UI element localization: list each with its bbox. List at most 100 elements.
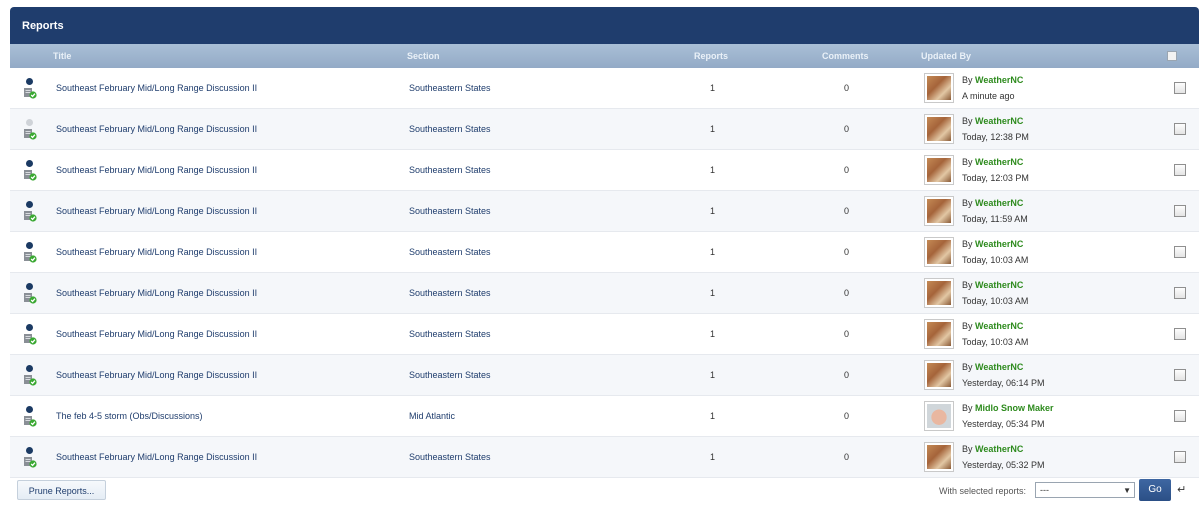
report-title-link[interactable]: Southeast February Mid/Long Range Discus… — [56, 452, 257, 462]
report-title-link[interactable]: Southeast February Mid/Long Range Discus… — [56, 124, 257, 134]
col-updated-by[interactable]: Updated By — [921, 51, 971, 61]
row-checkbox[interactable] — [1174, 451, 1186, 463]
unread-dot-icon — [26, 406, 33, 413]
comments-count: 0 — [844, 452, 850, 462]
report-icon — [24, 334, 37, 345]
by-prefix: By — [962, 362, 973, 372]
updated-by: By WeatherNC — [962, 198, 1023, 208]
unread-dot-icon — [26, 119, 33, 126]
reports-count: 1 — [710, 124, 716, 134]
row-checkbox[interactable] — [1174, 287, 1186, 299]
unread-dot-icon — [26, 78, 33, 85]
section-link[interactable]: Southeastern States — [409, 83, 491, 93]
updated-by: By WeatherNC — [962, 157, 1023, 167]
report-title-link[interactable]: Southeast February Mid/Long Range Discus… — [56, 206, 257, 216]
username-link[interactable]: WeatherNC — [975, 198, 1023, 208]
prune-reports-button[interactable]: Prune Reports... — [17, 480, 106, 500]
avatar[interactable] — [924, 73, 954, 103]
avatar[interactable] — [924, 278, 954, 308]
section-link[interactable]: Southeastern States — [409, 124, 491, 134]
avatar[interactable] — [924, 155, 954, 185]
report-title-link[interactable]: Southeast February Mid/Long Range Discus… — [56, 165, 257, 175]
by-prefix: By — [962, 198, 973, 208]
avatar[interactable] — [924, 360, 954, 390]
by-prefix: By — [962, 75, 973, 85]
mass-action-select[interactable]: --- ▼ — [1035, 482, 1135, 498]
comments-count: 0 — [844, 411, 850, 421]
section-link[interactable]: Southeastern States — [409, 329, 491, 339]
username-link[interactable]: WeatherNC — [975, 75, 1023, 85]
avatar[interactable] — [924, 114, 954, 144]
updated-by: By Midlo Snow Maker — [962, 403, 1054, 413]
row-checkbox[interactable] — [1174, 123, 1186, 135]
username-link[interactable]: WeatherNC — [975, 157, 1023, 167]
section-link[interactable]: Southeastern States — [409, 452, 491, 462]
updated-by: By WeatherNC — [962, 280, 1023, 290]
reports-count: 1 — [710, 206, 716, 216]
username-link[interactable]: WeatherNC — [975, 280, 1023, 290]
username-link[interactable]: WeatherNC — [975, 444, 1023, 454]
updated-time: Yesterday, 06:14 PM — [962, 378, 1045, 388]
updated-time: Today, 10:03 AM — [962, 296, 1029, 306]
avatar[interactable] — [924, 442, 954, 472]
username-link[interactable]: WeatherNC — [975, 116, 1023, 126]
updated-by: By WeatherNC — [962, 362, 1023, 372]
report-title-link[interactable]: Southeast February Mid/Long Range Discus… — [56, 288, 257, 298]
mass-action-value: --- — [1040, 485, 1049, 495]
table-row: Southeast February Mid/Long Range Discus… — [10, 355, 1199, 396]
section-link[interactable]: Southeastern States — [409, 370, 491, 380]
row-checkbox[interactable] — [1174, 369, 1186, 381]
row-checkbox[interactable] — [1174, 328, 1186, 340]
updated-by: By WeatherNC — [962, 321, 1023, 331]
report-title-link[interactable]: Southeast February Mid/Long Range Discus… — [56, 329, 257, 339]
report-icon — [24, 88, 37, 99]
return-arrow-icon: ↵ — [1177, 484, 1187, 496]
row-checkbox[interactable] — [1174, 164, 1186, 176]
comments-count: 0 — [844, 288, 850, 298]
updated-by: By WeatherNC — [962, 444, 1023, 454]
go-button[interactable]: Go — [1139, 479, 1171, 501]
col-title[interactable]: Title — [53, 51, 71, 61]
section-link[interactable]: Southeastern States — [409, 288, 491, 298]
report-icon — [24, 416, 37, 427]
unread-dot-icon — [26, 160, 33, 167]
avatar[interactable] — [924, 319, 954, 349]
section-link[interactable]: Southeastern States — [409, 206, 491, 216]
col-section[interactable]: Section — [407, 51, 440, 61]
by-prefix: By — [962, 321, 973, 331]
section-link[interactable]: Mid Atlantic — [409, 411, 455, 421]
table-row: Southeast February Mid/Long Range Discus… — [10, 273, 1199, 314]
reports-count: 1 — [710, 288, 716, 298]
table-footer: Prune Reports... With selected reports: … — [10, 478, 1199, 508]
col-reports[interactable]: Reports — [694, 51, 728, 61]
username-link[interactable]: Midlo Snow Maker — [975, 403, 1054, 413]
row-checkbox[interactable] — [1174, 82, 1186, 94]
report-title-link[interactable]: The feb 4-5 storm (Obs/Discussions) — [56, 411, 203, 421]
comments-count: 0 — [844, 329, 850, 339]
username-link[interactable]: WeatherNC — [975, 362, 1023, 372]
report-icon — [24, 129, 37, 140]
row-checkbox[interactable] — [1174, 205, 1186, 217]
row-checkbox[interactable] — [1174, 246, 1186, 258]
username-link[interactable]: WeatherNC — [975, 239, 1023, 249]
section-link[interactable]: Southeastern States — [409, 247, 491, 257]
section-link[interactable]: Southeastern States — [409, 165, 491, 175]
avatar[interactable] — [924, 401, 954, 431]
report-title-link[interactable]: Southeast February Mid/Long Range Discus… — [56, 370, 257, 380]
select-all-checkbox[interactable] — [1167, 51, 1177, 61]
report-title-link[interactable]: Southeast February Mid/Long Range Discus… — [56, 247, 257, 257]
report-icon — [24, 375, 37, 386]
table-header: Title Section Reports Comments Updated B… — [10, 44, 1199, 68]
chevron-down-icon: ▼ — [1123, 486, 1131, 495]
panel-title: Reports — [10, 7, 1199, 44]
username-link[interactable]: WeatherNC — [975, 321, 1023, 331]
col-comments[interactable]: Comments — [822, 51, 869, 61]
reports-count: 1 — [710, 329, 716, 339]
avatar[interactable] — [924, 237, 954, 267]
reports-count: 1 — [710, 247, 716, 257]
reports-count: 1 — [710, 411, 716, 421]
updated-time: Today, 12:03 PM — [962, 173, 1029, 183]
report-title-link[interactable]: Southeast February Mid/Long Range Discus… — [56, 83, 257, 93]
avatar[interactable] — [924, 196, 954, 226]
row-checkbox[interactable] — [1174, 410, 1186, 422]
